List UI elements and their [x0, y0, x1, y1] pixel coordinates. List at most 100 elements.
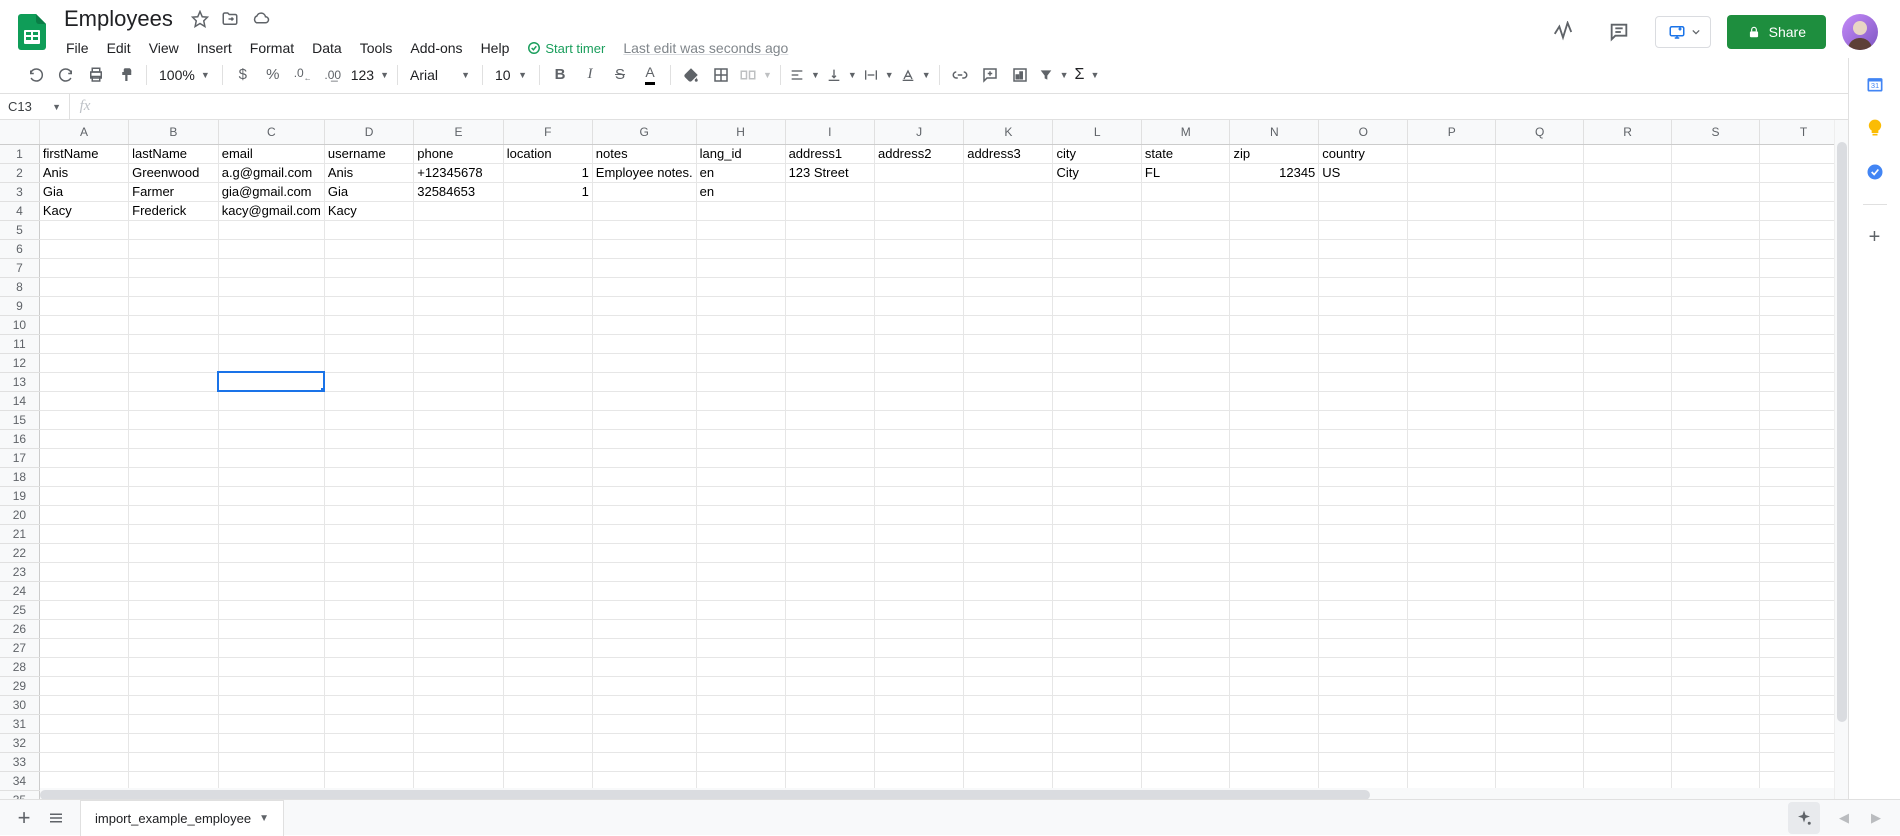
cell-R5[interactable] — [1584, 220, 1672, 239]
cell-P10[interactable] — [1408, 315, 1496, 334]
cell-D17[interactable] — [324, 448, 413, 467]
cell-P3[interactable] — [1408, 182, 1496, 201]
cell-L9[interactable] — [1053, 296, 1141, 315]
cell-S19[interactable] — [1672, 486, 1760, 505]
menu-file[interactable]: File — [58, 36, 97, 60]
cell-S17[interactable] — [1672, 448, 1760, 467]
col-header-B[interactable]: B — [129, 120, 219, 144]
fill-color-button[interactable] — [677, 61, 705, 89]
name-box[interactable]: C13▼ — [0, 94, 70, 119]
cell-R25[interactable] — [1584, 600, 1672, 619]
cell-N21[interactable] — [1230, 524, 1319, 543]
cell-P19[interactable] — [1408, 486, 1496, 505]
cell-Q21[interactable] — [1496, 524, 1584, 543]
cell-O20[interactable] — [1319, 505, 1408, 524]
cell-H4[interactable] — [696, 201, 785, 220]
cell-G17[interactable] — [592, 448, 696, 467]
insert-link-button[interactable] — [946, 61, 974, 89]
cell-C6[interactable] — [218, 239, 324, 258]
cell-C7[interactable] — [218, 258, 324, 277]
cell-B29[interactable] — [129, 676, 219, 695]
row-header-29[interactable]: 29 — [0, 676, 39, 695]
cell-G9[interactable] — [592, 296, 696, 315]
cell-P32[interactable] — [1408, 733, 1496, 752]
cell-J21[interactable] — [874, 524, 963, 543]
col-header-P[interactable]: P — [1408, 120, 1496, 144]
font-dropdown[interactable]: Arial▼ — [404, 62, 476, 88]
cell-Q14[interactable] — [1496, 391, 1584, 410]
cell-R28[interactable] — [1584, 657, 1672, 676]
cell-P20[interactable] — [1408, 505, 1496, 524]
cell-K8[interactable] — [964, 277, 1053, 296]
cell-K4[interactable] — [964, 201, 1053, 220]
row-header-21[interactable]: 21 — [0, 524, 39, 543]
cell-K33[interactable] — [964, 752, 1053, 771]
grid-scroll[interactable]: ABCDEFGHIJKLMNOPQRST1firstNamelastNameem… — [0, 120, 1848, 802]
cell-J6[interactable] — [874, 239, 963, 258]
row-header-28[interactable]: 28 — [0, 657, 39, 676]
activity-icon[interactable] — [1543, 12, 1583, 52]
cell-E18[interactable] — [414, 467, 504, 486]
cell-P6[interactable] — [1408, 239, 1496, 258]
formula-input[interactable] — [100, 99, 1900, 115]
row-header-10[interactable]: 10 — [0, 315, 39, 334]
cell-A10[interactable] — [39, 315, 128, 334]
cell-E19[interactable] — [414, 486, 504, 505]
h-align-dropdown[interactable]: ▼ — [787, 62, 822, 88]
cell-H5[interactable] — [696, 220, 785, 239]
cell-P9[interactable] — [1408, 296, 1496, 315]
cell-R33[interactable] — [1584, 752, 1672, 771]
cloud-saved-icon[interactable] — [251, 10, 271, 28]
cell-P4[interactable] — [1408, 201, 1496, 220]
row-header-19[interactable]: 19 — [0, 486, 39, 505]
col-header-A[interactable]: A — [39, 120, 128, 144]
cell-P1[interactable] — [1408, 144, 1496, 163]
cell-N20[interactable] — [1230, 505, 1319, 524]
cell-S21[interactable] — [1672, 524, 1760, 543]
cell-O21[interactable] — [1319, 524, 1408, 543]
sheet-tab-active[interactable]: import_example_employee ▼ — [80, 800, 284, 836]
row-header-33[interactable]: 33 — [0, 752, 39, 771]
cell-S18[interactable] — [1672, 467, 1760, 486]
cell-P25[interactable] — [1408, 600, 1496, 619]
cell-I28[interactable] — [785, 657, 874, 676]
cell-E29[interactable] — [414, 676, 504, 695]
cell-M25[interactable] — [1141, 600, 1230, 619]
cell-R22[interactable] — [1584, 543, 1672, 562]
cell-M19[interactable] — [1141, 486, 1230, 505]
col-header-Q[interactable]: Q — [1496, 120, 1584, 144]
col-header-G[interactable]: G — [592, 120, 696, 144]
cell-R29[interactable] — [1584, 676, 1672, 695]
cell-S7[interactable] — [1672, 258, 1760, 277]
cell-N23[interactable] — [1230, 562, 1319, 581]
cell-O22[interactable] — [1319, 543, 1408, 562]
cell-D8[interactable] — [324, 277, 413, 296]
cell-D28[interactable] — [324, 657, 413, 676]
sheet-nav-right[interactable]: ▶ — [1860, 802, 1892, 834]
cell-D22[interactable] — [324, 543, 413, 562]
cell-M7[interactable] — [1141, 258, 1230, 277]
cell-R26[interactable] — [1584, 619, 1672, 638]
cell-M22[interactable] — [1141, 543, 1230, 562]
cell-M5[interactable] — [1141, 220, 1230, 239]
cell-G33[interactable] — [592, 752, 696, 771]
cell-G29[interactable] — [592, 676, 696, 695]
cell-L16[interactable] — [1053, 429, 1141, 448]
cell-J23[interactable] — [874, 562, 963, 581]
cell-A16[interactable] — [39, 429, 128, 448]
cell-K21[interactable] — [964, 524, 1053, 543]
cell-S28[interactable] — [1672, 657, 1760, 676]
print-button[interactable] — [82, 61, 110, 89]
cell-J18[interactable] — [874, 467, 963, 486]
row-header-14[interactable]: 14 — [0, 391, 39, 410]
cell-M29[interactable] — [1141, 676, 1230, 695]
cell-K18[interactable] — [964, 467, 1053, 486]
cell-F20[interactable] — [503, 505, 592, 524]
cell-K28[interactable] — [964, 657, 1053, 676]
cell-H1[interactable]: lang_id — [696, 144, 785, 163]
cell-J19[interactable] — [874, 486, 963, 505]
cell-G30[interactable] — [592, 695, 696, 714]
cell-H30[interactable] — [696, 695, 785, 714]
zoom-dropdown[interactable]: 100%▼ — [153, 62, 216, 88]
cell-O29[interactable] — [1319, 676, 1408, 695]
